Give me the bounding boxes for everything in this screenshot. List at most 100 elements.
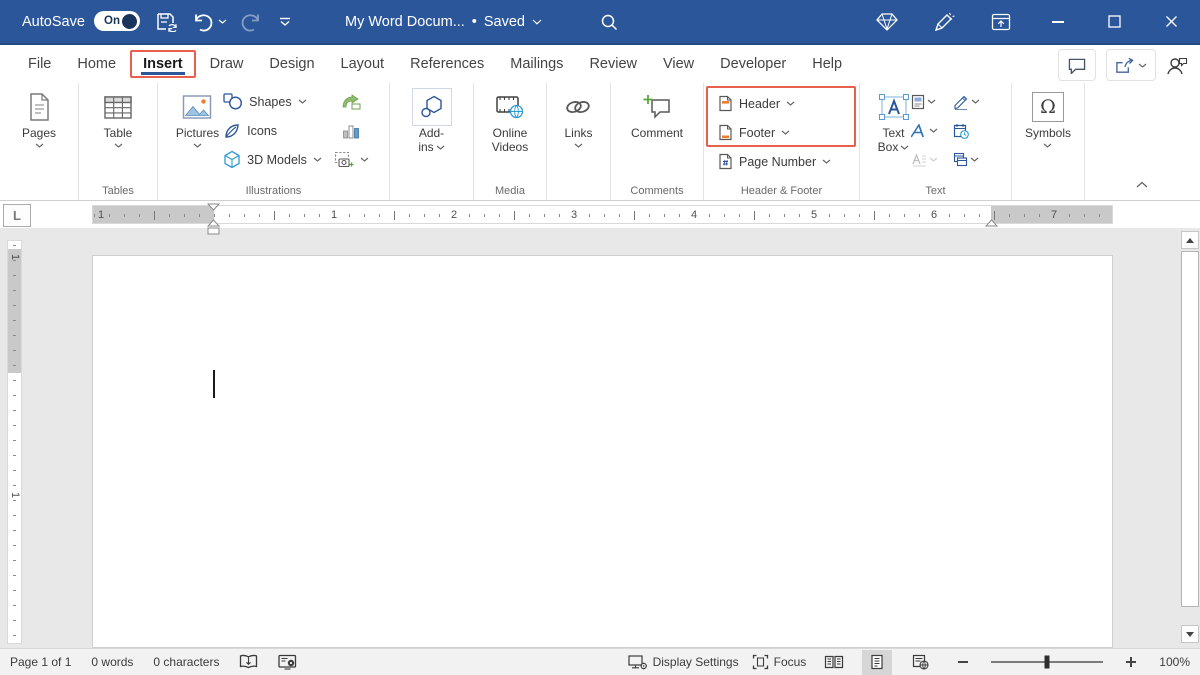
read-mode-button[interactable]	[819, 650, 849, 675]
zoom-slider-handle[interactable]	[1045, 656, 1050, 669]
tab-draw[interactable]: Draw	[197, 51, 257, 77]
scroll-down-button[interactable]	[1181, 625, 1199, 643]
hanging-indent-marker[interactable]	[207, 219, 220, 227]
left-indent-marker[interactable]	[207, 227, 220, 235]
macro-record-button[interactable]	[278, 654, 297, 670]
chart-button[interactable]	[338, 116, 364, 145]
chevron-down-icon	[900, 145, 909, 150]
tab-view[interactable]: View	[650, 51, 707, 77]
autosave-toggle[interactable]: On	[94, 11, 140, 31]
customize-quick-access-button[interactable]	[278, 0, 292, 43]
tab-review[interactable]: Review	[576, 51, 650, 77]
close-button[interactable]	[1143, 0, 1200, 43]
tab-insert[interactable]: Insert	[130, 50, 196, 78]
chevron-down-icon	[313, 157, 322, 162]
undo-icon	[192, 12, 214, 32]
autosave-state: On	[104, 15, 120, 27]
symbols-button[interactable]: Ω Symbols	[1025, 83, 1071, 148]
share-button[interactable]	[1106, 49, 1156, 81]
tab-layout[interactable]: Layout	[328, 51, 398, 77]
footer-button[interactable]: Footer	[714, 118, 835, 147]
drop-cap-button[interactable]	[911, 153, 953, 167]
pages-button[interactable]: Pages	[22, 83, 56, 148]
tab-mailings[interactable]: Mailings	[497, 51, 576, 77]
comments-button[interactable]	[1058, 49, 1096, 81]
drop-cap-icon	[911, 153, 927, 167]
web-layout-button[interactable]	[905, 650, 935, 675]
table-button[interactable]: Table	[103, 83, 133, 148]
document-page[interactable]	[92, 255, 1113, 648]
first-line-indent-marker[interactable]	[207, 203, 220, 211]
character-count[interactable]: 0 characters	[153, 655, 219, 669]
header-button[interactable]: Header	[714, 89, 835, 118]
horizontal-ruler[interactable]: 1 1 2 3 4 5 6 7	[92, 205, 1113, 224]
vertical-scrollbar[interactable]	[1181, 230, 1199, 646]
display-settings-button[interactable]: Display Settings	[628, 654, 739, 670]
proofing-button[interactable]	[239, 654, 258, 670]
tab-references[interactable]: References	[397, 51, 497, 77]
tab-stop-selector[interactable]: L	[3, 204, 31, 227]
search-button[interactable]	[600, 0, 618, 43]
word-count[interactable]: 0 words	[91, 655, 133, 669]
scrollbar-thumb[interactable]	[1181, 251, 1199, 607]
maximize-button[interactable]	[1086, 0, 1143, 43]
ruler-number: 5	[808, 209, 820, 221]
zoom-out-button[interactable]	[948, 650, 978, 675]
scroll-up-button[interactable]	[1181, 231, 1199, 249]
links-button[interactable]: Links	[564, 83, 592, 148]
chevron-down-icon	[781, 130, 790, 135]
date-time-button[interactable]	[953, 123, 995, 139]
icons-button[interactable]: Icons	[219, 116, 331, 145]
document-area: 1 1	[0, 228, 1200, 648]
editor-button[interactable]	[915, 0, 972, 43]
title-bar: AutoSave On My Word Docum... • Saved	[0, 0, 1200, 45]
undo-button[interactable]	[192, 0, 214, 43]
undo-dropdown[interactable]	[218, 0, 227, 43]
right-indent-marker[interactable]	[985, 219, 998, 227]
page-info[interactable]: Page 1 of 1	[10, 655, 71, 669]
chart-icon	[342, 123, 360, 139]
ribbon-display-options-button[interactable]	[972, 0, 1029, 43]
minimize-button[interactable]	[1029, 0, 1086, 43]
redo-button[interactable]	[240, 0, 262, 43]
chevron-down-icon	[1043, 143, 1052, 148]
presence-button[interactable]	[1166, 56, 1188, 75]
group-text: Text Box	[860, 83, 1012, 200]
premium-button[interactable]	[858, 0, 915, 43]
shapes-button[interactable]: Shapes	[219, 87, 331, 116]
chevron-down-icon	[927, 99, 936, 104]
document-title-area[interactable]: My Word Docum... • Saved	[345, 0, 542, 43]
3d-models-button[interactable]: 3D Models	[219, 145, 331, 174]
page-number-button[interactable]: Page Number	[714, 147, 835, 176]
smartart-button[interactable]	[337, 87, 365, 116]
group-illustrations: Pictures Shapes Icons 3D Models	[158, 83, 390, 200]
premium-diamond-icon	[875, 12, 899, 32]
print-layout-button[interactable]	[862, 650, 892, 675]
wordart-button[interactable]	[911, 124, 953, 138]
tab-home[interactable]: Home	[64, 51, 129, 77]
focus-button[interactable]: Focus	[752, 654, 807, 670]
tab-help[interactable]: Help	[799, 51, 855, 77]
footer-label: Footer	[739, 126, 775, 140]
tab-design[interactable]: Design	[256, 51, 327, 77]
tab-file[interactable]: File	[15, 51, 64, 77]
vertical-ruler[interactable]: 1 1	[7, 240, 22, 644]
add-ins-button[interactable]: Add- ins	[412, 83, 452, 154]
save-button[interactable]	[156, 0, 178, 43]
signature-line-button[interactable]	[953, 94, 995, 110]
redo-icon	[240, 12, 262, 32]
collapse-ribbon-button[interactable]	[1136, 175, 1148, 193]
object-button[interactable]	[953, 152, 995, 167]
text-box-button[interactable]: Text Box	[877, 83, 911, 154]
addins-icon	[419, 94, 445, 120]
zoom-slider[interactable]	[991, 661, 1103, 663]
quick-parts-icon	[911, 94, 925, 110]
zoom-in-button[interactable]	[1116, 650, 1146, 675]
comment-button[interactable]: Comment	[631, 83, 683, 140]
quick-parts-button[interactable]	[911, 94, 953, 110]
online-videos-button[interactable]: Online Videos	[492, 83, 528, 154]
zoom-level[interactable]: 100%	[1159, 655, 1190, 669]
screenshot-button[interactable]	[330, 145, 373, 174]
pictures-button[interactable]: Pictures	[176, 83, 219, 148]
tab-developer[interactable]: Developer	[707, 51, 799, 77]
